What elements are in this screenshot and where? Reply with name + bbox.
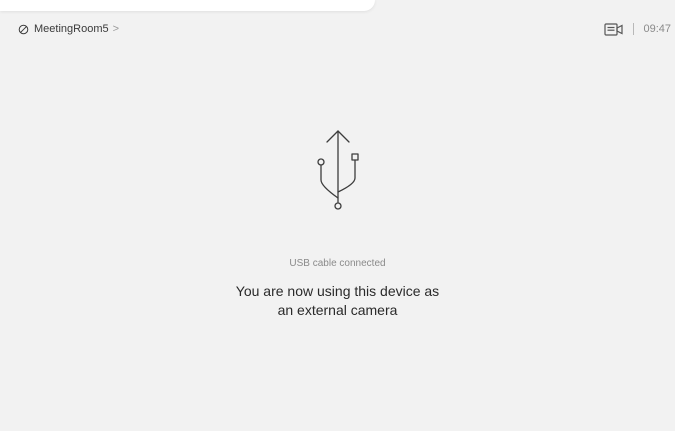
camera-share-icon[interactable] — [604, 22, 624, 36]
usb-camera-notice: USB cable connected You are now using th… — [0, 128, 675, 320]
chevron-right-icon: > — [112, 23, 120, 35]
usb-icon — [316, 130, 359, 210]
divider — [633, 23, 635, 35]
header: MeetingRoom5 > 09:47 — [0, 18, 675, 40]
status-circle-icon — [18, 24, 29, 35]
message-line-1: You are now using this device as — [235, 283, 440, 299]
screen: MeetingRoom5 > 09:47 USB cable connected… — [0, 0, 675, 431]
clock: 09:47 — [643, 23, 671, 35]
room-name: MeetingRoom5 — [34, 23, 109, 35]
message-line-2: an external camera — [277, 302, 398, 318]
usb-message: You are now using this device as an exte… — [0, 282, 675, 320]
top-panel-tab[interactable] — [0, 0, 375, 11]
usb-status-text: USB cable connected — [289, 258, 386, 269]
status-area: 09:47 — [604, 18, 671, 40]
room-selector[interactable]: MeetingRoom5 > — [18, 18, 119, 40]
